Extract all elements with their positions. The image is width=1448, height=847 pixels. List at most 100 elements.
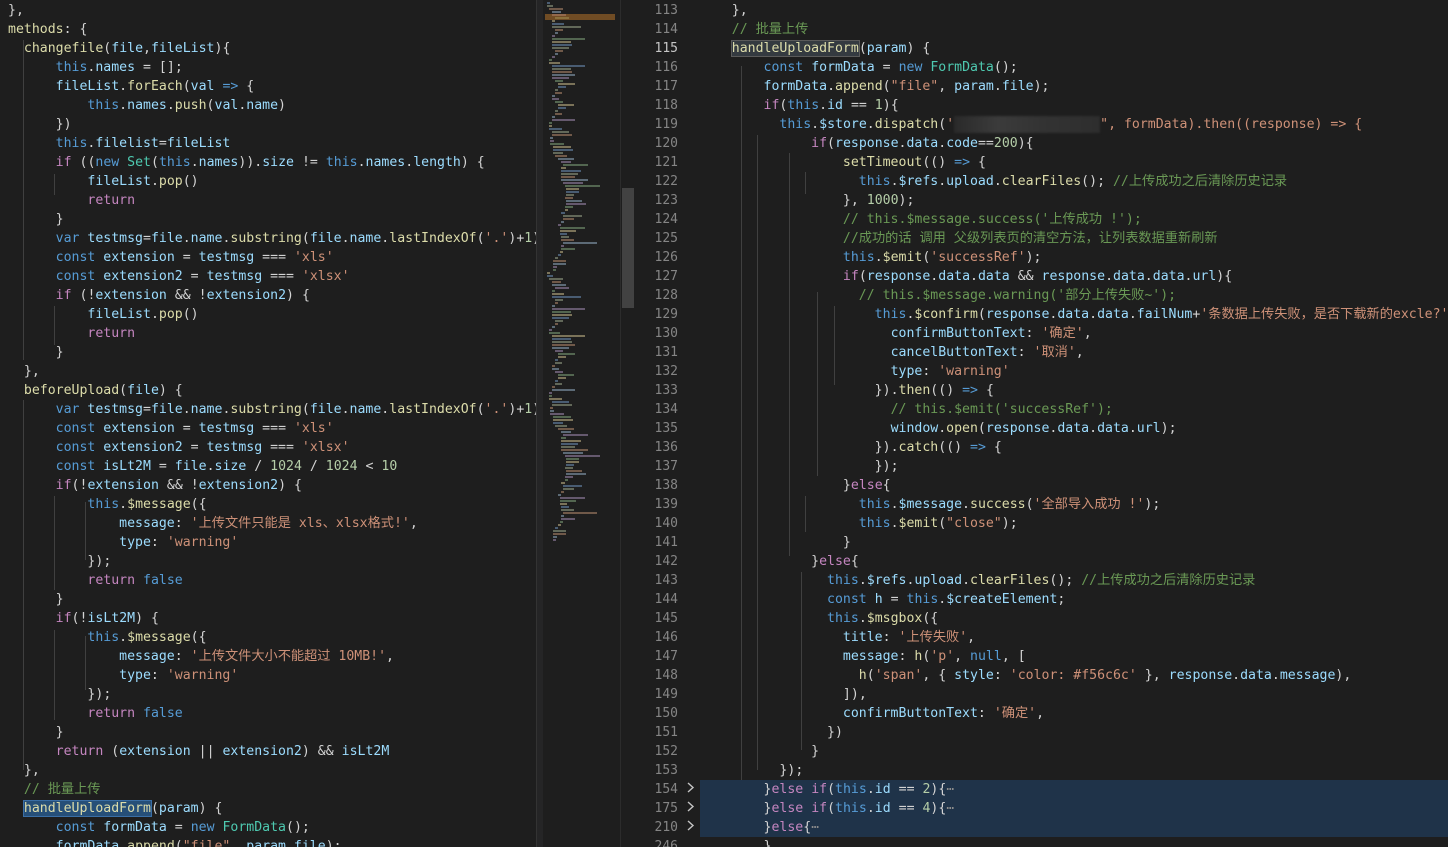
line-number: 122 xyxy=(654,174,678,189)
chevron-right-icon[interactable] xyxy=(684,780,696,799)
minimap-line xyxy=(555,101,564,103)
minimap-line xyxy=(551,365,555,367)
minimap-scrollbar[interactable] xyxy=(620,0,635,847)
minimap-line xyxy=(551,119,575,121)
minimap-line xyxy=(563,434,589,436)
left-editor-pane[interactable]: }, methods: { changefile(file,fileList){ … xyxy=(0,0,536,847)
right-code-line: this.$refs.upload.clearFiles(); //上传成功之后… xyxy=(827,573,1256,588)
minimap-line xyxy=(551,38,586,40)
minimap-line xyxy=(551,65,586,67)
minimap-line xyxy=(553,263,567,265)
minimap-line xyxy=(561,236,570,238)
minimap-line xyxy=(563,512,598,514)
right-code-line: ]), xyxy=(842,687,867,702)
minimap-line xyxy=(547,275,553,277)
minimap-line xyxy=(551,335,586,337)
minimap-line xyxy=(553,416,571,418)
minimap-line xyxy=(559,497,586,499)
line-number: 127 xyxy=(654,269,678,284)
line-number: 138 xyxy=(654,478,678,493)
line-number: 142 xyxy=(654,554,678,569)
right-code-line: // this.$emit('successRef'); xyxy=(890,402,1113,417)
minimap-line xyxy=(551,347,569,349)
minimap-line xyxy=(566,473,586,475)
minimap-line xyxy=(558,428,574,430)
minimap-line xyxy=(555,32,559,34)
chevron-right-icon[interactable] xyxy=(684,799,696,818)
minimap-line xyxy=(563,182,583,184)
minimap-line xyxy=(555,380,558,382)
minimap-line xyxy=(548,8,563,10)
minimap-line xyxy=(561,491,565,493)
minimap-line xyxy=(555,89,558,91)
left-code-line: return false xyxy=(87,573,183,588)
line-number: 148 xyxy=(654,668,678,683)
minimap-line xyxy=(555,359,558,361)
right-editor-pane[interactable]: 113 }, 114 // 批量上传 115 handleUploadForm(pa… xyxy=(634,0,1448,847)
minimap-line xyxy=(551,311,572,313)
scrollbar-thumb[interactable] xyxy=(622,188,634,308)
minimap-line xyxy=(566,470,582,472)
minimap-line xyxy=(548,59,552,61)
line-number: 139 xyxy=(654,497,678,512)
indent-guide xyxy=(23,40,24,360)
minimap-line xyxy=(550,413,564,415)
minimap-line xyxy=(551,20,555,22)
minimap-line xyxy=(561,446,576,448)
minimap-line xyxy=(548,62,560,64)
minimap-line xyxy=(555,362,562,364)
line-number: 137 xyxy=(654,459,678,474)
left-code-line: return (extension || extension2) && isLt… xyxy=(55,744,390,759)
minimap-line xyxy=(559,227,586,229)
minimap-line xyxy=(559,500,577,502)
line-number: 134 xyxy=(654,402,678,417)
minimap-line xyxy=(555,299,563,301)
minimap-line xyxy=(558,107,567,109)
minimap-line xyxy=(551,338,572,340)
minimap-line xyxy=(551,74,576,76)
line-number: 246 xyxy=(654,839,678,847)
left-code-line: fileList.pop() xyxy=(87,307,199,322)
right-code-line: if(response.data.data && response.data.d… xyxy=(842,269,1233,284)
minimap-line xyxy=(550,140,555,142)
minimap-line xyxy=(551,314,573,316)
indent-guide xyxy=(789,153,790,556)
minimap-line xyxy=(561,176,576,178)
right-code-line: }else{ xyxy=(811,554,859,569)
minimap-line xyxy=(551,386,555,388)
minimap-line xyxy=(561,431,572,433)
minimap-line xyxy=(555,287,569,289)
minimap-line xyxy=(551,284,566,286)
indent-guide xyxy=(54,496,55,590)
minimap-line xyxy=(559,503,568,505)
minimap-line xyxy=(558,356,567,358)
line-number: 133 xyxy=(654,383,678,398)
left-code-line: changefile(file,fileList){ xyxy=(23,41,231,56)
minimap-line xyxy=(553,536,557,538)
minimap-line xyxy=(563,242,598,244)
right-code-line: confirmButtonText: '确定', xyxy=(890,326,1092,341)
minimap-line xyxy=(551,134,572,136)
minimap[interactable] xyxy=(543,0,620,847)
minimap-line xyxy=(551,71,573,73)
minimap-line xyxy=(551,23,564,25)
line-number: 119 xyxy=(654,117,678,132)
left-code-line: var testmsg=file.name.substring(file.nam… xyxy=(55,402,536,417)
minimap-line xyxy=(559,521,563,523)
minimap-line xyxy=(558,254,562,256)
chevron-right-icon[interactable] xyxy=(684,818,696,837)
right-code-line: message: h('p', null, [ xyxy=(842,649,1026,664)
minimap-line xyxy=(566,203,586,205)
minimap-line xyxy=(566,191,579,193)
minimap-line xyxy=(564,455,600,457)
minimap-line xyxy=(551,95,555,97)
left-code-line: } xyxy=(55,725,64,740)
line-number: 114 xyxy=(654,22,678,37)
line-number: 144 xyxy=(654,592,678,607)
left-code-line: const extension = testmsg === 'xls' xyxy=(55,250,334,265)
left-code-line: return xyxy=(87,326,136,341)
minimap-line xyxy=(563,164,589,166)
minimap-line xyxy=(548,125,553,127)
right-code-line: //成功的话 调用 父级列表页的清空方法，让列表数据重新刷新 xyxy=(842,231,1218,246)
indent-guide xyxy=(85,636,86,690)
